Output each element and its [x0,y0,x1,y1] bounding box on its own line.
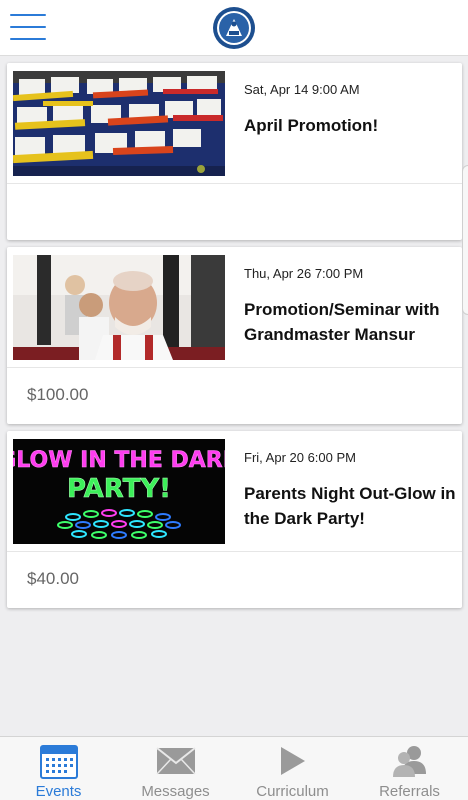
glow-text-line2: PARTY! [67,474,171,504]
envelope-icon [155,743,196,779]
play-icon [273,743,313,779]
event-price: $100.00 [27,385,89,404]
event-title: April Promotion! [244,116,379,135]
event-card[interactable]: Sat, Apr 14 9:00 AM April Promotion! [7,63,462,240]
event-card-footer [7,184,462,240]
event-title: Parents Night Out-Glow in the Dark Party… [244,484,456,528]
event-card[interactable]: Thu, Apr 26 7:00 PM Promotion/Seminar wi… [7,247,462,424]
tab-messages[interactable]: Messages [117,737,234,800]
event-date: Thu, Apr 26 7:00 PM [244,266,364,281]
event-card-footer: $100.00 [7,368,462,424]
event-price: $40.00 [27,569,79,588]
event-card-footer: $40.00 [7,552,462,608]
tab-curriculum[interactable]: Curriculum [234,737,351,800]
event-date: Sat, Apr 14 9:00 AM [244,82,360,97]
event-title: Promotion/Seminar with Grandmaster Mansu… [244,300,440,344]
event-card-header: Sat, Apr 14 9:00 AM April Promotion! [7,63,462,184]
hamburger-menu-icon[interactable] [10,14,46,40]
event-card-header: GLOW IN THE DARK PARTY! [7,431,462,552]
app-screen: Sat, Apr 14 9:00 AM April Promotion! Thu… [0,0,468,800]
event-card[interactable]: GLOW IN THE DARK PARTY! [7,431,462,608]
bottom-tab-bar: Events Messages Curriculum Referrals [0,736,468,800]
event-image-glow-party: GLOW IN THE DARK PARTY! [13,439,225,544]
school-logo [213,7,255,49]
side-pull-tab[interactable] [462,165,468,315]
event-image-belts [13,71,225,176]
people-icon [390,743,430,779]
tab-label: Messages [141,783,210,800]
event-card-header: Thu, Apr 26 7:00 PM Promotion/Seminar wi… [7,247,462,368]
tab-label: Events [35,783,82,800]
top-header [0,0,468,56]
glow-text-line1: GLOW IN THE DARK [13,448,225,473]
tab-label: Referrals [379,783,440,800]
tab-events[interactable]: Events [0,737,117,800]
event-list: Sat, Apr 14 9:00 AM April Promotion! Thu… [7,63,462,615]
event-date: Fri, Apr 20 6:00 PM [244,450,356,465]
event-image-grandmaster [13,255,225,360]
tab-referrals[interactable]: Referrals [351,737,468,800]
tab-label: Curriculum [256,783,329,800]
calendar-icon [39,743,79,779]
